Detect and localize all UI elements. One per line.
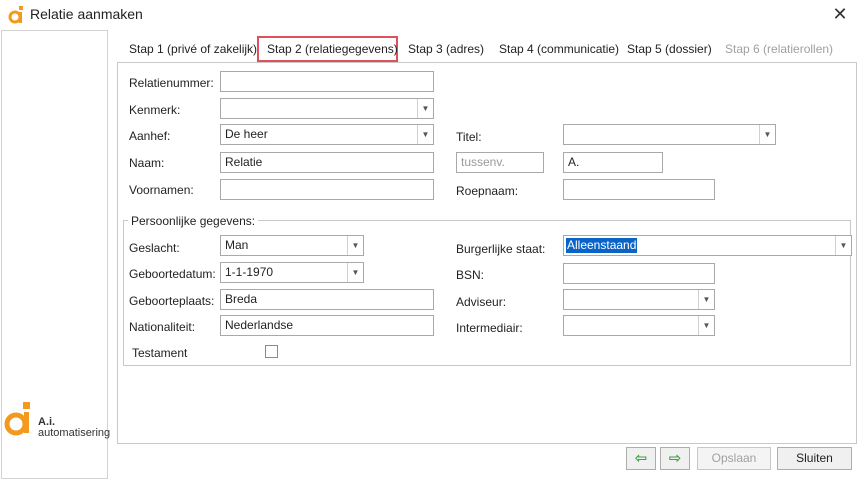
geboortedatum-value: 1-1-1970 xyxy=(225,265,274,279)
bsn-label: BSN: xyxy=(456,268,485,282)
naam-input[interactable]: Relatie xyxy=(220,152,434,173)
adviseur-select[interactable]: ▼ xyxy=(563,289,715,310)
aanhef-value: De heer xyxy=(225,127,268,141)
roepnaam-input[interactable] xyxy=(563,179,715,200)
arrow-right-icon: ⇨ xyxy=(668,450,682,467)
tab-stap-6: Stap 6 (relatierollen) xyxy=(725,42,834,56)
chevron-down-icon[interactable]: ▼ xyxy=(698,316,714,335)
chevron-down-icon[interactable]: ▼ xyxy=(759,125,775,144)
tussenvoegsel-input[interactable]: tussenv. xyxy=(456,152,544,173)
kenmerk-label: Kenmerk: xyxy=(129,103,181,117)
tab-stap-1[interactable]: Stap 1 (privé of zakelijk) xyxy=(129,42,257,56)
geboorteplaats-label: Geboorteplaats: xyxy=(129,294,215,308)
title-bar: Relatie aanmaken ✕ xyxy=(0,0,862,30)
relatienummer-label: Relatienummer: xyxy=(129,76,214,90)
nationaliteit-label: Nationaliteit: xyxy=(129,320,196,334)
relatienummer-input[interactable] xyxy=(220,71,434,92)
burgerlijke-staat-value: Alleenstaand xyxy=(566,238,638,253)
aanhef-label: Aanhef: xyxy=(129,129,171,143)
save-button[interactable]: Opslaan xyxy=(697,447,771,470)
brand-text: A.i. automatisering xyxy=(38,417,110,439)
kenmerk-select[interactable]: ▼ xyxy=(220,98,434,119)
geboorteplaats-input[interactable]: Breda xyxy=(220,289,434,310)
tab-stap-5[interactable]: Stap 5 (dossier) xyxy=(627,42,712,56)
aanhef-select[interactable]: De heer ▼ xyxy=(220,124,434,145)
chevron-down-icon[interactable]: ▼ xyxy=(417,125,433,144)
chevron-down-icon[interactable]: ▼ xyxy=(417,99,433,118)
back-button[interactable]: ⇦ xyxy=(626,447,656,470)
chevron-down-icon[interactable]: ▼ xyxy=(698,290,714,309)
testament-checkbox[interactable] xyxy=(265,345,278,358)
geslacht-value: Man xyxy=(225,238,249,252)
voornamen-input[interactable] xyxy=(220,179,434,200)
chevron-down-icon[interactable]: ▼ xyxy=(835,236,851,255)
tab-stap-3[interactable]: Stap 3 (adres) xyxy=(408,42,484,56)
voornamen-label: Voornamen: xyxy=(129,183,194,197)
tab-stap-4[interactable]: Stap 4 (communicatie) xyxy=(499,42,619,56)
brand-logo: A.i. automatisering xyxy=(4,400,110,440)
geslacht-select[interactable]: Man ▼ xyxy=(220,235,364,256)
bsn-input[interactable] xyxy=(563,263,715,284)
brand-line-2: automatisering xyxy=(38,427,111,439)
nationaliteit-input[interactable]: Nederlandse xyxy=(220,315,434,336)
burgerlijke-staat-select[interactable]: Alleenstaand ▼ xyxy=(563,235,852,256)
titel-label: Titel: xyxy=(456,130,482,144)
window-title: Relatie aanmaken xyxy=(30,6,143,22)
close-icon[interactable]: ✕ xyxy=(828,3,852,27)
app-logo-icon xyxy=(8,6,23,24)
next-button[interactable]: ⇨ xyxy=(660,447,690,470)
testament-label: Testament xyxy=(132,346,188,360)
titel-select[interactable]: ▼ xyxy=(563,124,776,145)
roepnaam-label: Roepnaam: xyxy=(456,184,519,198)
initialen-input[interactable]: A. xyxy=(563,152,663,173)
close-button[interactable]: Sluiten xyxy=(777,447,852,470)
geboortedatum-picker[interactable]: 1-1-1970 ▼ xyxy=(220,262,364,283)
ai-logo-icon xyxy=(4,402,30,436)
naam-label: Naam: xyxy=(129,156,165,170)
burgerlijke-staat-label: Burgerlijke staat: xyxy=(456,242,546,256)
chevron-down-icon[interactable]: ▼ xyxy=(347,263,363,282)
geboortedatum-label: Geboortedatum: xyxy=(129,267,216,281)
geslacht-label: Geslacht: xyxy=(129,241,180,255)
persoonlijke-gegevens-title: Persoonlijke gegevens: xyxy=(128,214,259,228)
tab-stap-2[interactable]: Stap 2 (relatiegegevens) xyxy=(267,42,398,56)
chevron-down-icon[interactable]: ▼ xyxy=(347,236,363,255)
adviseur-label: Adviseur: xyxy=(456,295,507,309)
intermediair-select[interactable]: ▼ xyxy=(563,315,715,336)
intermediair-label: Intermediair: xyxy=(456,321,523,335)
arrow-left-icon: ⇦ xyxy=(634,450,648,467)
